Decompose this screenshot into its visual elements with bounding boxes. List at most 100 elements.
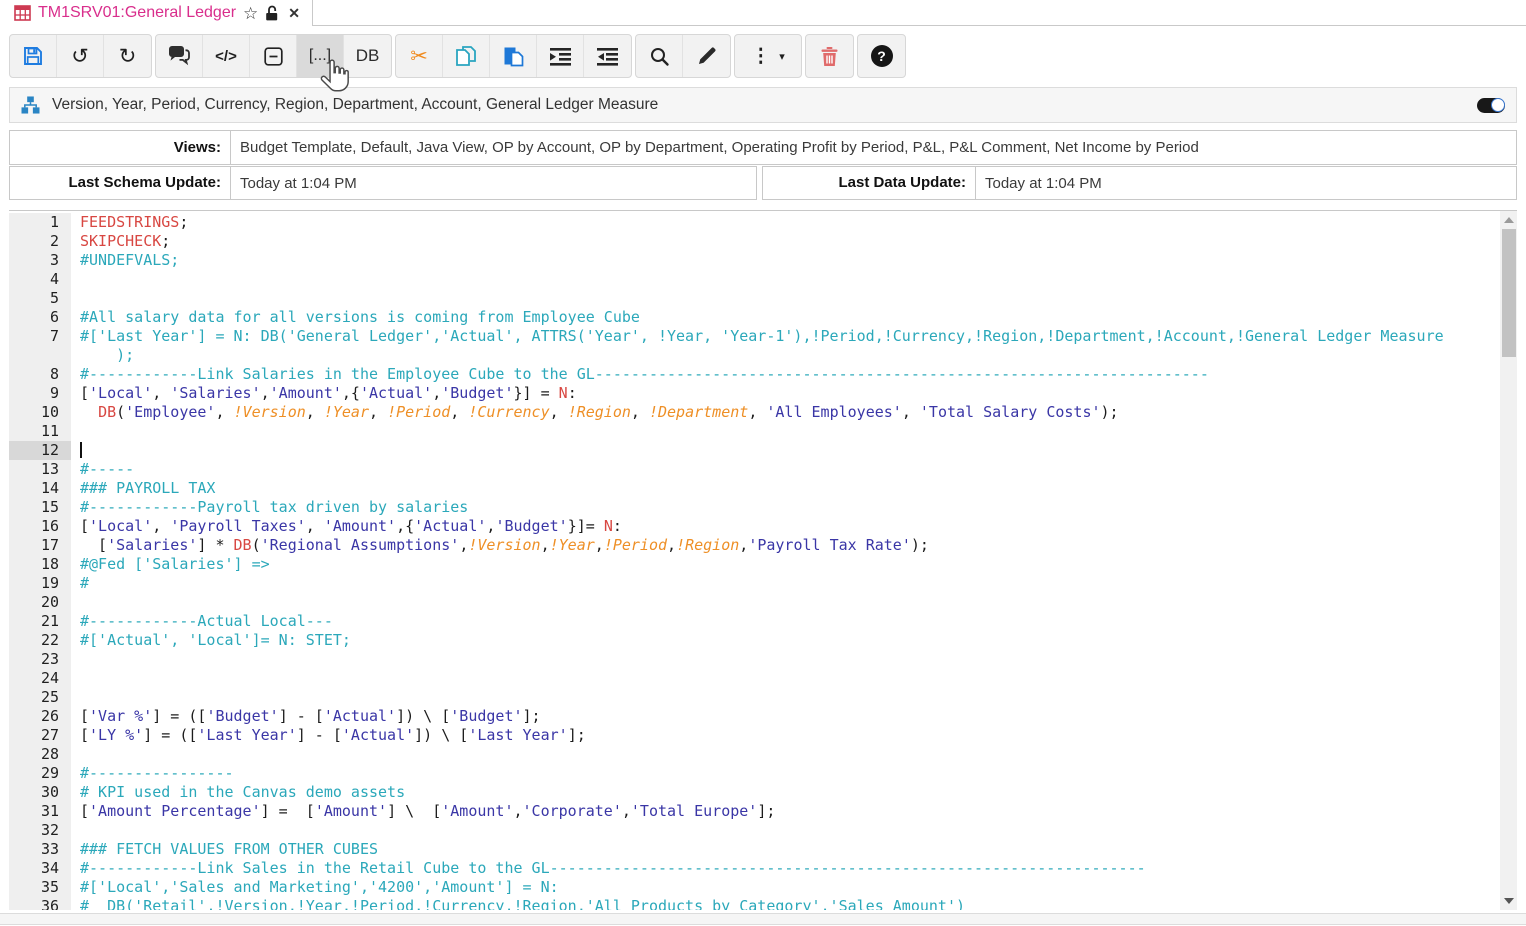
code-line[interactable]: 29#---------------- <box>9 764 1500 783</box>
line-number: 23 <box>9 650 71 669</box>
dimension-list: Version, Year, Period, Currency, Region,… <box>52 96 1465 114</box>
db-label: DB <box>356 46 380 66</box>
line-number: 7 <box>9 327 71 346</box>
tab-close-icon[interactable]: ✕ <box>288 5 300 22</box>
outdent-button[interactable] <box>584 35 631 77</box>
code-line[interactable]: 1FEEDSTRINGS; <box>9 213 1500 232</box>
toolbar-group-find <box>635 34 731 78</box>
comment-icon <box>167 46 191 66</box>
code-line[interactable]: 11 <box>9 422 1500 441</box>
schema-update-value: Today at 1:04 PM <box>231 167 756 199</box>
code-line[interactable]: 23 <box>9 650 1500 669</box>
collapse-minus-icon <box>264 47 283 66</box>
code-line[interactable]: 15#------------Payroll tax driven by sal… <box>9 498 1500 517</box>
cut-button[interactable]: ✂ <box>396 35 443 77</box>
code-lines[interactable]: 1FEEDSTRINGS;2SKIPCHECK;3#UNDEFVALS;456#… <box>9 213 1500 910</box>
line-number: 6 <box>9 308 71 327</box>
line-number: 36 <box>9 897 71 910</box>
line-number <box>9 346 71 365</box>
toolbar-group-edit-modes: </> [...] DB <box>155 34 392 78</box>
schema-update-label: Last Schema Update: <box>10 167 231 199</box>
edit-button[interactable] <box>683 35 730 77</box>
scroll-up-icon[interactable] <box>1504 217 1514 223</box>
comment-button[interactable] <box>156 35 203 77</box>
code-line[interactable]: 27['LY %'] = (['Last Year'] - ['Actual']… <box>9 726 1500 745</box>
code-line[interactable]: 34#------------Link Sales in the Retail … <box>9 859 1500 878</box>
tab-general-ledger[interactable]: TM1SRV01:General Ledger ☆ ✕ <box>0 0 313 26</box>
line-number: 12 <box>9 441 71 460</box>
code-line[interactable]: 36# DB('Retail',!Version,!Year,!Period,!… <box>9 897 1500 910</box>
code-line[interactable]: ); <box>9 346 1500 365</box>
vertical-scrollbar[interactable] <box>1500 211 1517 910</box>
collapse-button[interactable] <box>250 35 297 77</box>
indent-button[interactable] <box>537 35 584 77</box>
rule-editor[interactable]: 1FEEDSTRINGS;2SKIPCHECK;3#UNDEFVALS;456#… <box>9 210 1517 910</box>
code-line[interactable]: 6#All salary data for all versions is co… <box>9 308 1500 327</box>
horizontal-scrollbar[interactable] <box>0 913 1526 925</box>
code-line[interactable]: 8#------------Link Salaries in the Emplo… <box>9 365 1500 384</box>
code-line[interactable]: 19# <box>9 574 1500 593</box>
scroll-down-icon[interactable] <box>1504 898 1514 904</box>
code-line[interactable]: 30# KPI used in the Canvas demo assets <box>9 783 1500 802</box>
editor-mode-toggle[interactable] <box>1477 98 1505 113</box>
code-line[interactable]: 5 <box>9 289 1500 308</box>
help-icon: ? <box>871 45 893 67</box>
text-cursor <box>80 442 82 458</box>
code-line[interactable]: 12 <box>9 441 1500 460</box>
code-line[interactable]: 10 DB('Employee', !Version, !Year, !Peri… <box>9 403 1500 422</box>
code-line[interactable]: 25 <box>9 688 1500 707</box>
code-view-button[interactable]: </> <box>203 35 250 77</box>
code-line[interactable]: 4 <box>9 270 1500 289</box>
line-number: 20 <box>9 593 71 612</box>
code-line[interactable]: 22#['Actual', 'Local']= N: STET; <box>9 631 1500 650</box>
dimension-bar: Version, Year, Period, Currency, Region,… <box>9 87 1517 123</box>
help-button[interactable]: ? <box>858 35 905 77</box>
code-line[interactable]: 9['Local', 'Salaries','Amount',{'Actual'… <box>9 384 1500 403</box>
code-line[interactable]: 31['Amount Percentage'] = ['Amount'] \ [… <box>9 802 1500 821</box>
views-row: Views: Budget Template, Default, Java Vi… <box>9 130 1517 165</box>
code-line[interactable]: 2SKIPCHECK; <box>9 232 1500 251</box>
code-line[interactable]: 28 <box>9 745 1500 764</box>
data-update-value: Today at 1:04 PM <box>976 167 1516 199</box>
toolbar-group-more: ⋮ ▾ <box>734 34 802 78</box>
delete-button[interactable] <box>806 35 853 77</box>
code-line[interactable]: 3#UNDEFVALS; <box>9 251 1500 270</box>
vertical-scrollbar-thumb[interactable] <box>1502 229 1516 357</box>
code-line[interactable]: 13#----- <box>9 460 1500 479</box>
more-options-button[interactable]: ⋮ ▾ <box>735 35 801 77</box>
code-line[interactable]: 35#['Local','Sales and Marketing','4200'… <box>9 878 1500 897</box>
redo-button[interactable]: ↻ <box>104 35 151 77</box>
toolbar-group-help: ? <box>857 34 906 78</box>
code-line[interactable]: 20 <box>9 593 1500 612</box>
copy-button[interactable] <box>443 35 490 77</box>
line-number: 5 <box>9 289 71 308</box>
data-update-box: Last Data Update: Today at 1:04 PM <box>762 166 1517 200</box>
update-row: Last Schema Update: Today at 1:04 PM Las… <box>9 166 1517 200</box>
line-number: 32 <box>9 821 71 840</box>
code-line[interactable]: 32 <box>9 821 1500 840</box>
db-reference-button[interactable]: DB <box>344 35 391 77</box>
ellipsis-label: [...] <box>309 47 331 65</box>
undo-button[interactable]: ↺ <box>57 35 104 77</box>
code-line[interactable]: 21#------------Actual Local--- <box>9 612 1500 631</box>
code-line[interactable]: 7#['Last Year'] = N: DB('General Ledger'… <box>9 327 1500 346</box>
code-line[interactable]: 18#@Fed ['Salaries'] => <box>9 555 1500 574</box>
code-line[interactable]: 14### PAYROLL TAX <box>9 479 1500 498</box>
search-button[interactable] <box>636 35 683 77</box>
line-number: 22 <box>9 631 71 650</box>
paste-button[interactable] <box>490 35 537 77</box>
save-button[interactable] <box>10 35 57 77</box>
code-line[interactable]: 17 ['Salaries'] * DB('Regional Assumptio… <box>9 536 1500 555</box>
code-line[interactable]: 33### FETCH VALUES FROM OTHER CUBES <box>9 840 1500 859</box>
code-icon: </> <box>215 49 237 64</box>
line-number: 24 <box>9 669 71 688</box>
toggle-knob <box>1491 98 1505 112</box>
toolbar-group-clipboard: ✂ <box>395 34 632 78</box>
code-line[interactable]: 26['Var %'] = (['Budget'] - ['Actual']) … <box>9 707 1500 726</box>
code-line[interactable]: 16['Local', 'Payroll Taxes', 'Amount',{'… <box>9 517 1500 536</box>
ellipsis-expand-button[interactable]: [...] <box>297 35 344 77</box>
favorite-star-icon[interactable]: ☆ <box>243 5 258 22</box>
code-line[interactable]: 24 <box>9 669 1500 688</box>
line-number: 19 <box>9 574 71 593</box>
data-update-label: Last Data Update: <box>763 167 976 199</box>
